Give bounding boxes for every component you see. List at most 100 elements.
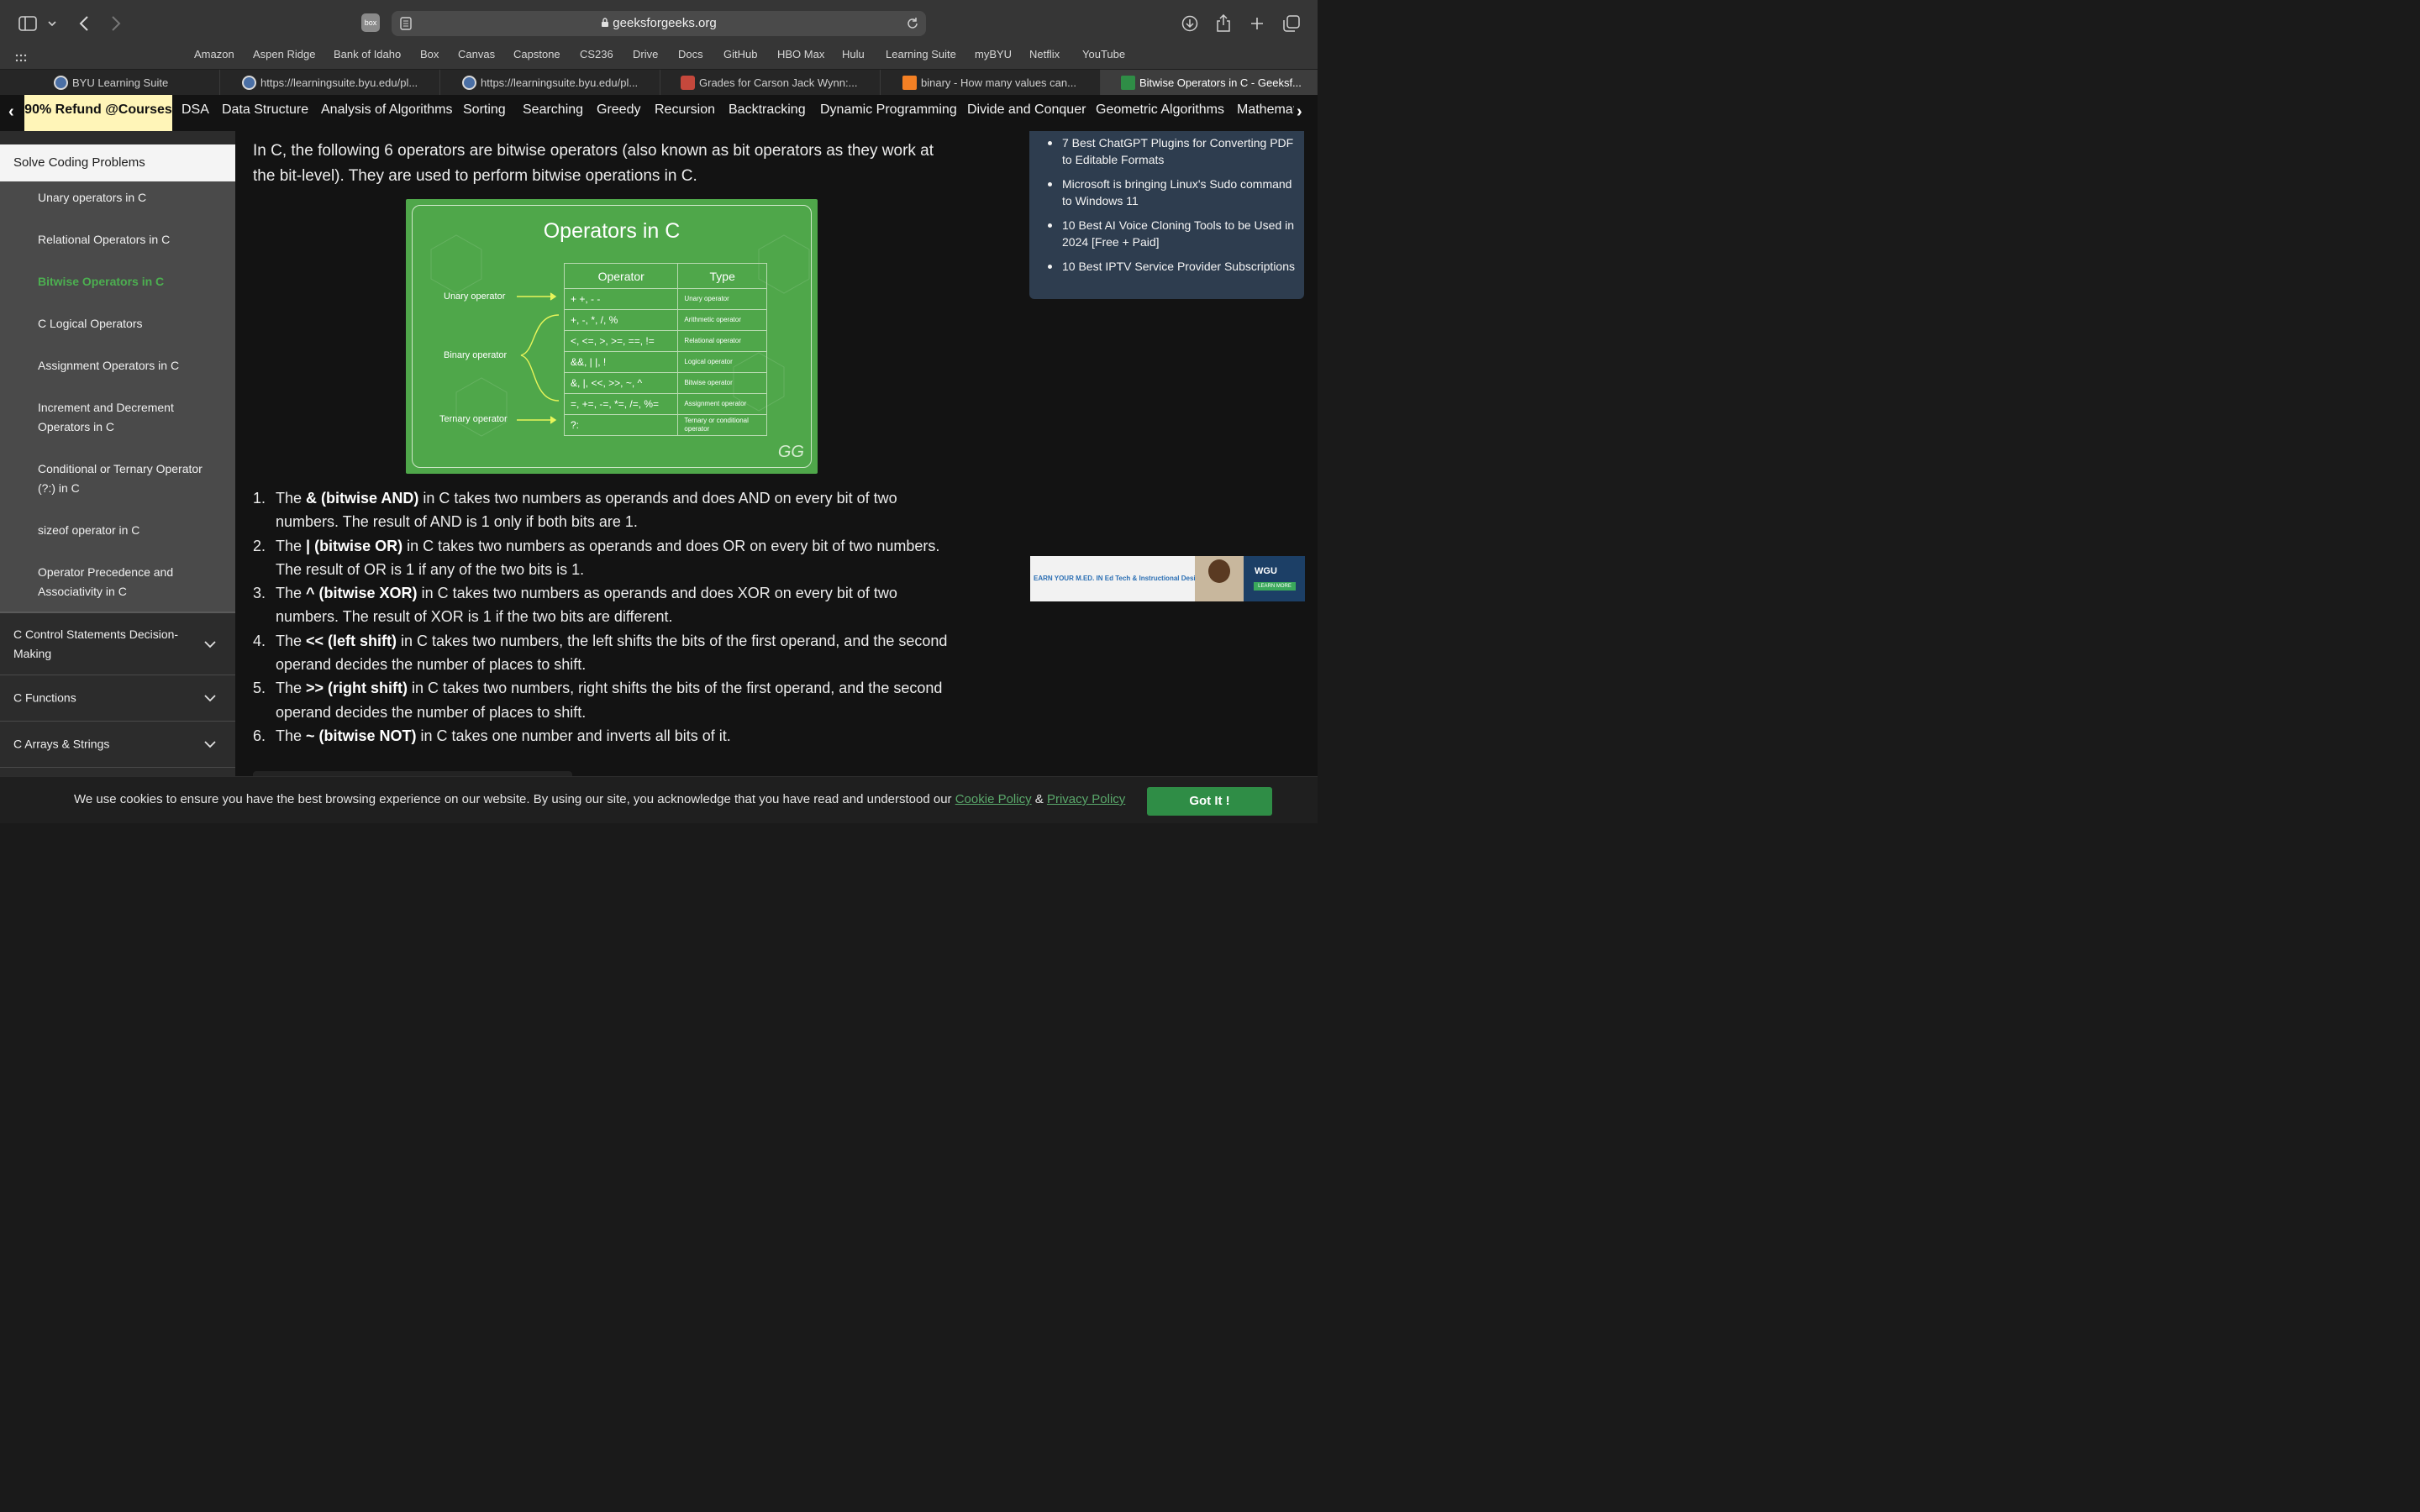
ad-person-head bbox=[1208, 559, 1230, 583]
list-number: 3. bbox=[253, 585, 266, 602]
promo-courses-link[interactable]: 90% Refund @Courses bbox=[24, 95, 172, 131]
sidebar-item-sizeof[interactable]: sizeof operator in C bbox=[38, 521, 223, 540]
cookie-policy-link[interactable]: Cookie Policy bbox=[955, 792, 1032, 806]
bullet-icon bbox=[1048, 182, 1052, 186]
bitwise-operator-list: 1. The & (bitwise AND) in C takes two num… bbox=[253, 486, 959, 748]
url-label: geeksforgeeks.org bbox=[613, 16, 717, 30]
operators-table: Operator Type + +, - - Unary operator +,… bbox=[563, 263, 767, 436]
nav-analysis-of-algorithms[interactable]: Analysis of Algorithms bbox=[321, 95, 453, 131]
nav-right-arrow-icon[interactable]: › bbox=[1297, 103, 1308, 120]
news-link[interactable]: 7 Best ChatGPT Plugins for Converting PD… bbox=[1048, 134, 1296, 168]
tab-bitwise-operators[interactable]: Bitwise Operators in C - Geeksf... bbox=[1101, 70, 1318, 96]
wgu-advertisement[interactable]: EARN YOUR M.ED. IN Ed Tech & Instruction… bbox=[1030, 556, 1305, 601]
sidebar-item-ternary[interactable]: Conditional or Ternary Operator (?:) in … bbox=[38, 459, 214, 498]
bullet-icon bbox=[1048, 265, 1052, 269]
list-item: 5. The >> (right shift) in C takes two nu… bbox=[253, 676, 959, 724]
chevron-down-icon[interactable] bbox=[42, 12, 62, 35]
privacy-policy-link[interactable]: Privacy Policy bbox=[1047, 792, 1125, 806]
news-link[interactable]: 10 Best IPTV Service Provider Subscripti… bbox=[1048, 258, 1296, 275]
article-content: In C, the following 6 operators are bitw… bbox=[235, 131, 1017, 823]
news-link[interactable]: 10 Best AI Voice Cloning Tools to be Use… bbox=[1048, 217, 1296, 250]
favorite-youtube[interactable]: YouTube bbox=[1082, 48, 1125, 60]
sidebar-section-functions[interactable]: C Functions bbox=[0, 675, 235, 722]
favorite-mybyu[interactable]: myBYU bbox=[975, 48, 1012, 60]
sidebar-item-precedence[interactable]: Operator Precedence and Associativity in… bbox=[38, 563, 193, 601]
favorite-github[interactable]: GitHub bbox=[723, 48, 757, 60]
nav-data-structure[interactable]: Data Structure bbox=[222, 95, 308, 131]
sidebar-item-logical[interactable]: C Logical Operators bbox=[38, 314, 223, 333]
grid-icon[interactable] bbox=[15, 51, 27, 66]
favorite-cs236[interactable]: CS236 bbox=[580, 48, 613, 60]
tab-label: https://learningsuite.byu.edu/pl... bbox=[481, 76, 639, 89]
sidebar-item-unary[interactable]: Unary operators in C bbox=[38, 188, 223, 207]
list-number: 1. bbox=[253, 490, 266, 507]
favorite-hbo-max[interactable]: HBO Max bbox=[777, 48, 824, 60]
cookie-text: We use cookies to ensure you have the be… bbox=[74, 792, 955, 806]
favorite-capstone[interactable]: Capstone bbox=[513, 48, 560, 60]
got-it-button[interactable]: Got It ! bbox=[1147, 787, 1272, 816]
favorite-drive[interactable]: Drive bbox=[633, 48, 658, 60]
share-icon[interactable] bbox=[1212, 12, 1235, 35]
favorite-amazon[interactable]: Amazon bbox=[194, 48, 234, 60]
table-row: <, <=, >, >=, ==, != Relational operator bbox=[563, 330, 767, 352]
table-row: ?: Ternary or conditional operator bbox=[563, 414, 767, 436]
type-cell: Assignment operator bbox=[677, 393, 767, 415]
nav-divide-and-conquer[interactable]: Divide and Conquer bbox=[967, 95, 1086, 131]
news-link[interactable]: Microsoft is bringing Linux's Sudo comma… bbox=[1048, 176, 1296, 209]
sidebar-item-relational[interactable]: Relational Operators in C bbox=[38, 230, 223, 249]
sidebar-toggle-icon[interactable] bbox=[16, 12, 39, 35]
nav-searching[interactable]: Searching bbox=[523, 95, 583, 131]
sidebar-submenu: Unary operators in C Relational Operator… bbox=[0, 181, 235, 612]
news-title: Microsoft is bringing Linux's Sudo comma… bbox=[1062, 177, 1292, 207]
gfg-topic-nav: ‹ 90% Refund @Courses DSA Data Structure… bbox=[0, 95, 1318, 131]
type-cell: Arithmetic operator bbox=[677, 309, 767, 331]
box-extension-icon[interactable]: box bbox=[361, 13, 380, 32]
address-bar[interactable]: geeksforgeeks.org bbox=[392, 11, 926, 36]
favorite-bank-of-idaho[interactable]: Bank of Idaho bbox=[334, 48, 401, 60]
nav-sorting[interactable]: Sorting bbox=[463, 95, 506, 131]
bullet-icon bbox=[1048, 223, 1052, 228]
nav-mathematics[interactable]: Mathemati bbox=[1237, 95, 1294, 131]
favorite-hulu[interactable]: Hulu bbox=[842, 48, 865, 60]
list-number: 5. bbox=[253, 680, 266, 697]
favorite-docs[interactable]: Docs bbox=[678, 48, 703, 60]
favorite-canvas[interactable]: Canvas bbox=[458, 48, 495, 60]
favorite-netflix[interactable]: Netflix bbox=[1029, 48, 1060, 60]
tab-overview-icon[interactable] bbox=[1280, 12, 1303, 35]
tab-learning-suite-3[interactable]: https://learningsuite.byu.edu/pl... bbox=[440, 70, 660, 96]
chevron-down-icon bbox=[204, 741, 216, 748]
tab-label: binary - How many values can... bbox=[921, 76, 1076, 89]
nav-dsa[interactable]: DSA bbox=[182, 95, 209, 131]
reload-icon[interactable] bbox=[906, 17, 919, 34]
nav-backtracking[interactable]: Backtracking bbox=[729, 95, 806, 131]
tab-learning-suite[interactable]: BYU Learning Suite bbox=[0, 70, 220, 96]
sidebar-item-increment[interactable]: Increment and Decrement Operators in C bbox=[38, 398, 193, 437]
download-icon[interactable] bbox=[1178, 12, 1202, 35]
list-number: 6. bbox=[253, 727, 266, 744]
operator-cell: &&, | |, ! bbox=[563, 351, 679, 373]
nav-dynamic-programming[interactable]: Dynamic Programming bbox=[820, 95, 957, 131]
tab-binary-question[interactable]: binary - How many values can... bbox=[881, 70, 1101, 96]
nav-recursion[interactable]: Recursion bbox=[655, 95, 715, 131]
learn-more-button[interactable]: LEARN MORE bbox=[1254, 582, 1296, 591]
new-tab-icon[interactable] bbox=[1245, 12, 1269, 35]
favorite-box[interactable]: Box bbox=[420, 48, 439, 60]
nav-greedy[interactable]: Greedy bbox=[597, 95, 640, 131]
back-icon[interactable] bbox=[72, 12, 96, 35]
operators-in-c-figure: Operators in C Unary operator Binary ope… bbox=[406, 199, 818, 474]
nav-left-arrow-icon[interactable]: ‹ bbox=[8, 103, 20, 120]
sidebar-header[interactable]: Solve Coding Problems bbox=[0, 144, 235, 181]
tab-grades[interactable]: Grades for Carson Jack Wynn:... bbox=[660, 70, 881, 96]
favorite-aspen-ridge[interactable]: Aspen Ridge bbox=[253, 48, 315, 60]
tab-learning-suite-2[interactable]: https://learningsuite.byu.edu/pl... bbox=[220, 70, 440, 96]
list-text: The bbox=[276, 537, 307, 554]
forward-icon[interactable] bbox=[104, 12, 128, 35]
nav-geometric-algorithms[interactable]: Geometric Algorithms bbox=[1096, 95, 1224, 131]
sidebar-section-control-statements[interactable]: C Control Statements Decision-Making bbox=[0, 612, 235, 675]
sidebar-section-arrays-strings[interactable]: C Arrays & Strings bbox=[0, 722, 235, 768]
operator-name: << (left shift) bbox=[306, 632, 397, 649]
sidebar-item-assignment[interactable]: Assignment Operators in C bbox=[38, 356, 223, 375]
sidebar-item-bitwise[interactable]: Bitwise Operators in C bbox=[38, 272, 223, 291]
table-row: + +, - - Unary operator bbox=[563, 288, 767, 310]
favorite-learning-suite[interactable]: Learning Suite bbox=[886, 48, 956, 60]
